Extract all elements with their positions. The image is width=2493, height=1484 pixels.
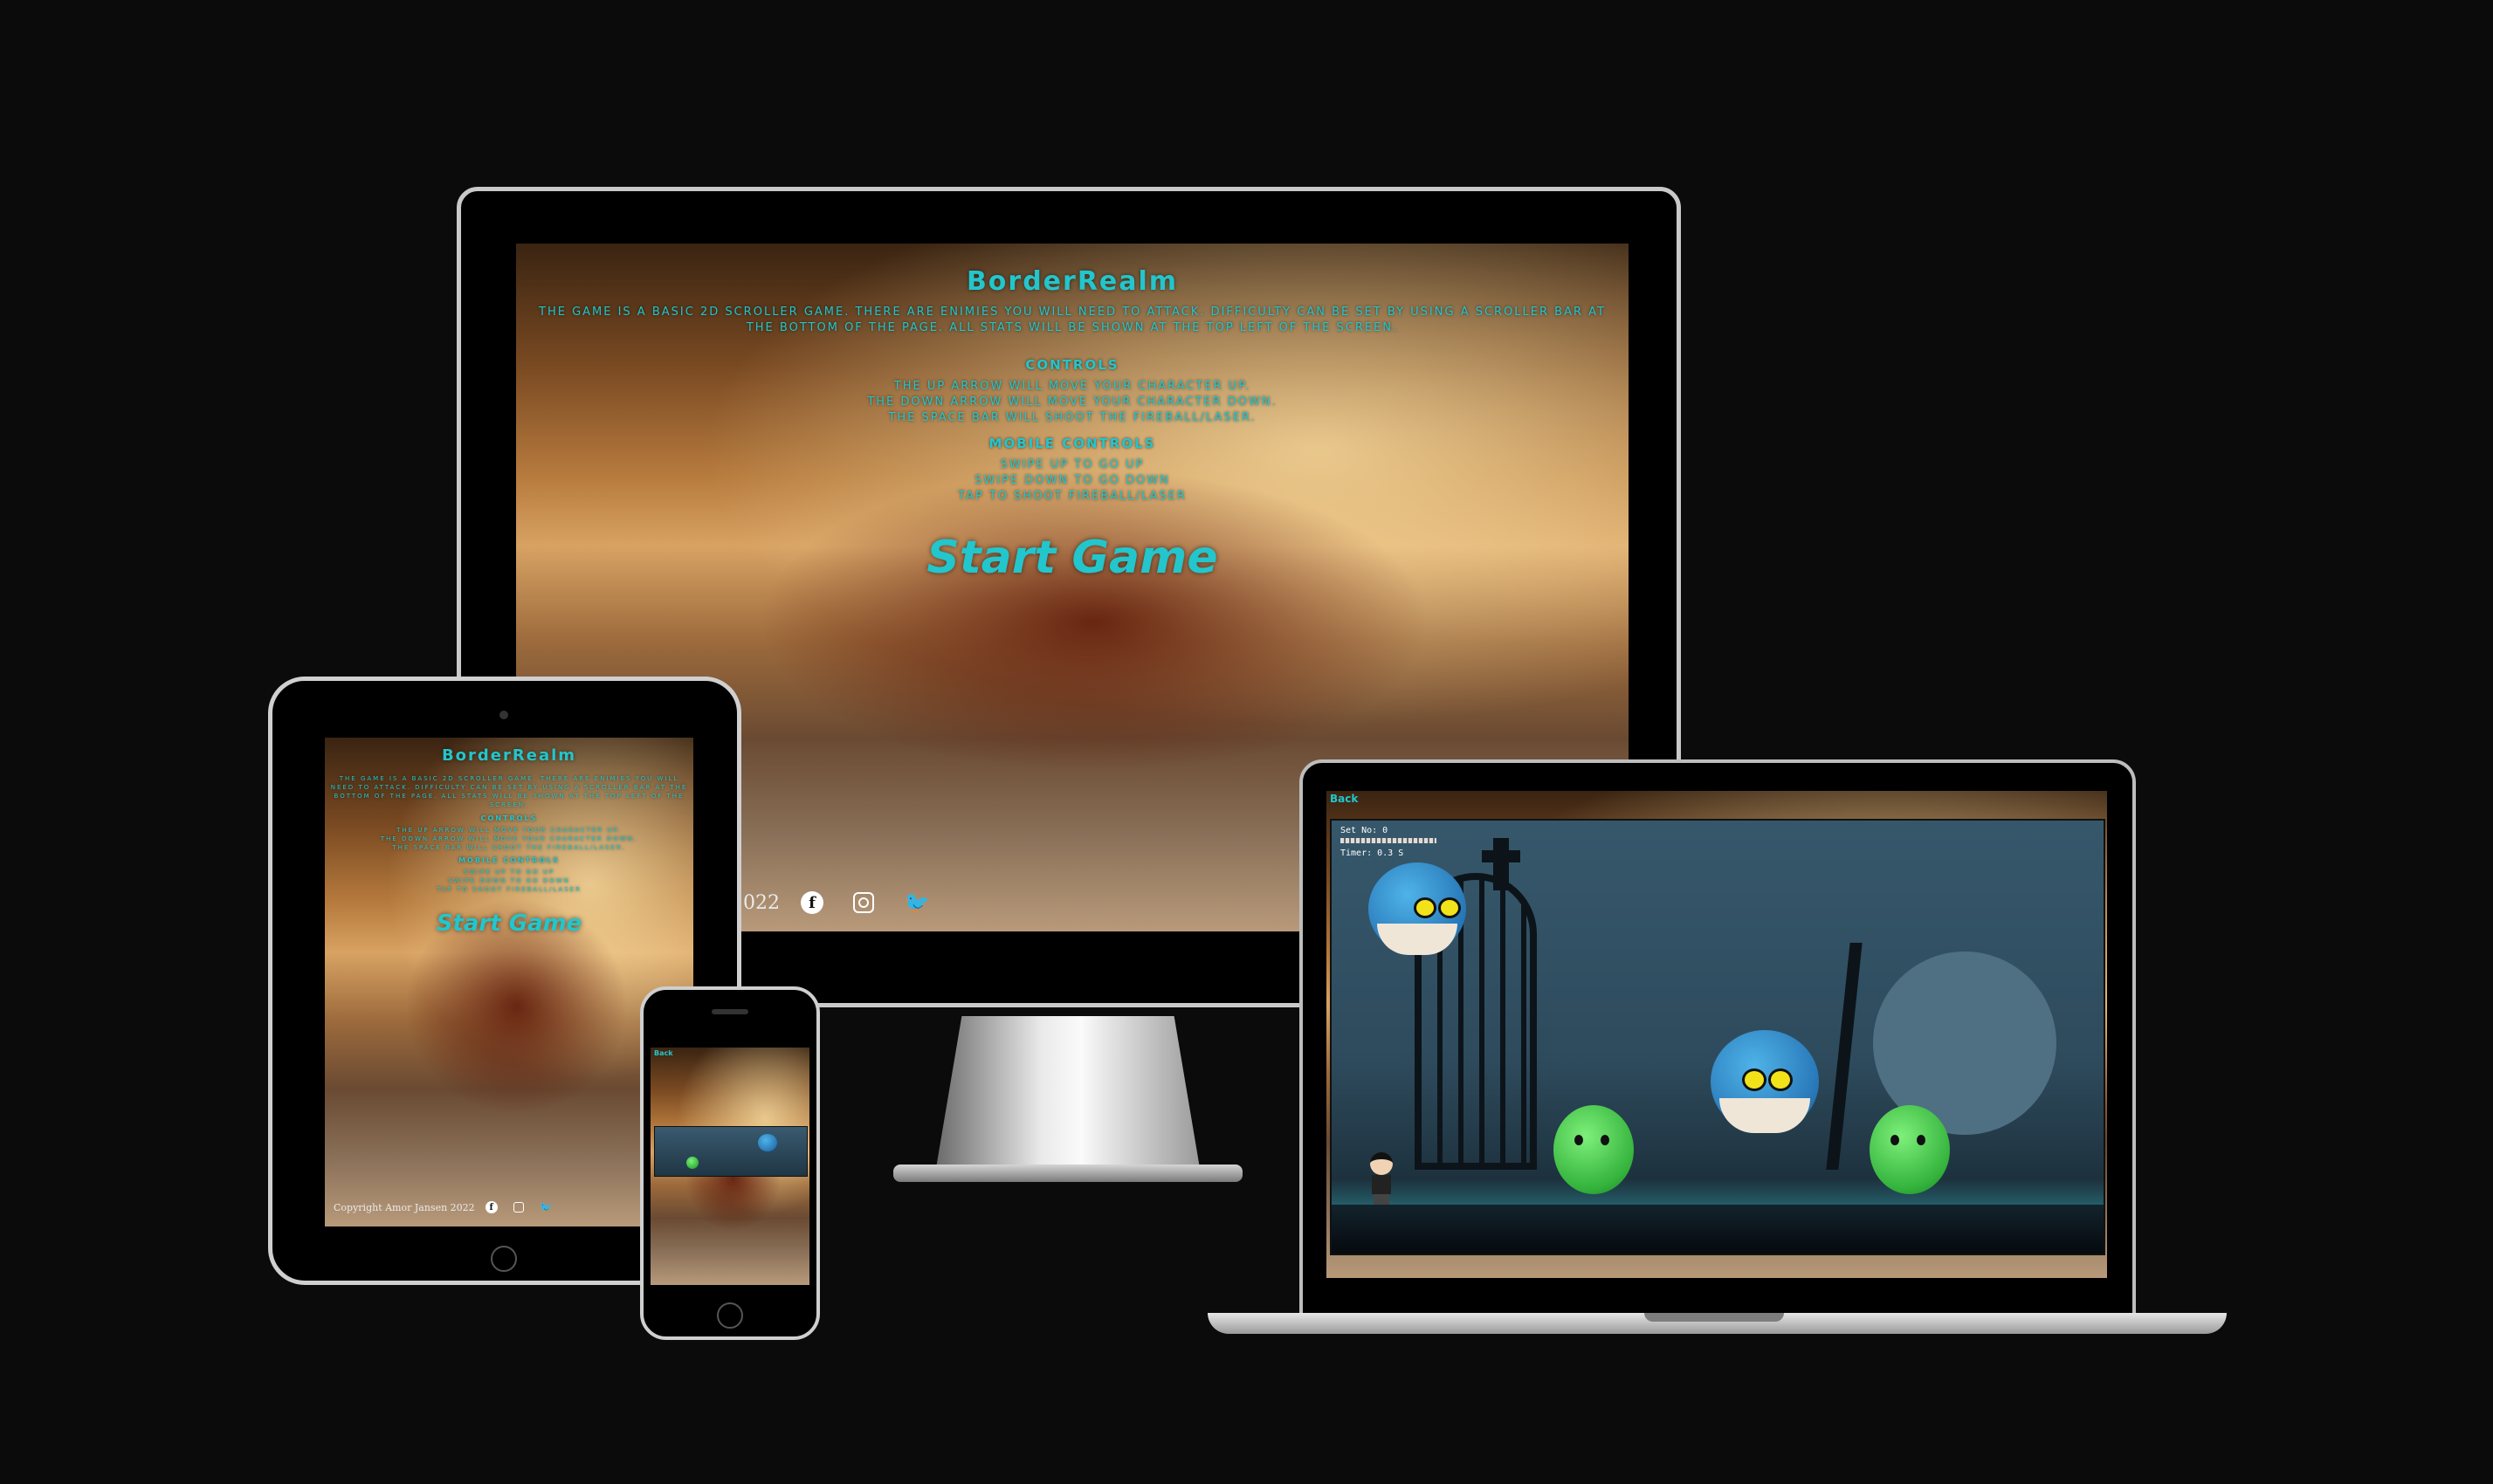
green-horned-monster [1870, 1105, 1950, 1194]
monster-eye [1414, 897, 1436, 918]
tablet-footer: Copyright Amor Jansen 2022 f 🐦 [334, 1199, 553, 1216]
facebook-icon[interactable]: f [485, 1201, 498, 1213]
phone-back-label[interactable]: Back [654, 1049, 673, 1057]
green-horned-monster [1553, 1105, 1634, 1194]
controls-heading: CONTROLS [1025, 357, 1119, 373]
cross-1-bar [1482, 850, 1520, 862]
tablet-mobile-up: SWIPE UP TO GO UP [463, 869, 555, 876]
control-line-space: THE SPACE BAR WILL SHOOT THE FIREBALL/LA… [888, 411, 1257, 424]
monster-eye [1742, 1068, 1766, 1091]
phone-device: Back [640, 986, 820, 1340]
game-intro: THE GAME IS A BASIC 2D SCROLLER GAME. TH… [539, 306, 1606, 334]
monster-eye [1768, 1068, 1793, 1091]
instagram-icon[interactable] [513, 1202, 524, 1213]
tablet-camera [499, 711, 508, 719]
footer-copyright-partial: 022 [743, 891, 780, 914]
mobile-heading: MOBILE CONTROLS [988, 436, 1156, 451]
phone-green-monster [686, 1157, 699, 1169]
tablet-control-up: THE UP ARROW WILL MOVE YOUR CHARACTER UP… [396, 827, 622, 834]
laptop-screen: Back Set No: 0 Timer: 0.3 S [1326, 791, 2107, 1278]
tablet-home-button[interactable] [491, 1246, 517, 1272]
ground-glow [1332, 1178, 2104, 1205]
laptop-device: Back Set No: 0 Timer: 0.3 S [1208, 759, 2227, 1353]
phone-speaker [712, 1009, 748, 1014]
player-head [1370, 1152, 1393, 1175]
control-line-down: THE DOWN ARROW WILL MOVE YOUR CHARACTER … [867, 395, 1277, 409]
monitor-base [893, 1165, 1243, 1182]
monster-belly [1719, 1098, 1810, 1133]
monitor-footer: 022 f 🐦 [743, 890, 930, 916]
stats-label: Set No: 0 [1340, 826, 1388, 835]
facebook-icon[interactable]: f [801, 891, 823, 914]
player-character [1367, 1152, 1396, 1205]
tablet-footer-copyright: Copyright Amor Jansen 2022 [334, 1201, 475, 1213]
phone-game-canvas[interactable] [654, 1126, 808, 1177]
laptop-notch [1644, 1313, 1784, 1322]
monster-eye [1917, 1135, 1925, 1145]
tablet-game-intro: THE GAME IS A BASIC 2D SCROLLER GAME. TH… [330, 775, 688, 808]
tablet-control-space: THE SPACE BAR WILL SHOOT THE FIREBALL/LA… [392, 844, 626, 851]
tablet-game-title: BorderRealm [441, 746, 577, 765]
player-legs [1374, 1194, 1389, 1205]
dead-tree [1826, 943, 1863, 1170]
tablet-mobile-tap: TAP TO SHOOT FIREBALL/LASER [437, 886, 582, 893]
tablet-mobile-down: SWIPE DOWN TO GO DOWN [448, 877, 570, 884]
ground [1332, 1205, 2104, 1254]
tablet-screen: BorderRealm THE GAME IS A BASIC 2D SCROL… [325, 738, 693, 1226]
health-bar [1340, 838, 1436, 843]
instagram-icon[interactable] [853, 892, 874, 913]
tablet-controls-heading: CONTROLS [480, 814, 538, 822]
monitor-stand [935, 1016, 1201, 1173]
mobile-line-up: SWIPE UP TO GO UP [1000, 458, 1145, 471]
phone-blue-monster [758, 1134, 777, 1151]
monster-eye [1438, 897, 1461, 918]
game-canvas[interactable]: Set No: 0 Timer: 0.3 S [1330, 819, 2105, 1255]
monster-eye [1574, 1135, 1583, 1145]
timer-label: Timer: 0.3 S [1340, 848, 1404, 858]
blue-spiked-monster [1368, 862, 1466, 955]
twitter-icon[interactable]: 🐦 [540, 1201, 553, 1213]
twitter-icon[interactable]: 🐦 [904, 890, 930, 915]
blue-spiked-monster [1711, 1030, 1819, 1133]
phone-screen: Back [651, 1048, 809, 1285]
tablet-mobile-heading: MOBILE CONTROLS [458, 856, 560, 864]
game-title: BorderRealm [966, 266, 1179, 297]
tablet-start-game-button[interactable]: Start Game [325, 910, 693, 937]
phone-home-button[interactable] [717, 1302, 743, 1329]
mobile-line-tap: TAP TO SHOOT FIREBALL/LASER [958, 490, 1187, 503]
mobile-line-down: SWIPE DOWN TO GO DOWN [974, 474, 1170, 487]
monster-eye [1890, 1135, 1899, 1145]
tablet-control-down: THE DOWN ARROW WILL MOVE YOUR CHARACTER … [380, 835, 638, 842]
player-body [1372, 1175, 1391, 1194]
monster-eye [1601, 1135, 1609, 1145]
cross-1 [1493, 838, 1509, 890]
start-game-button[interactable]: Start Game [516, 532, 1629, 584]
control-line-up: THE UP ARROW WILL MOVE YOUR CHARACTER UP… [893, 380, 1251, 393]
back-link[interactable]: Back [1330, 793, 1358, 805]
